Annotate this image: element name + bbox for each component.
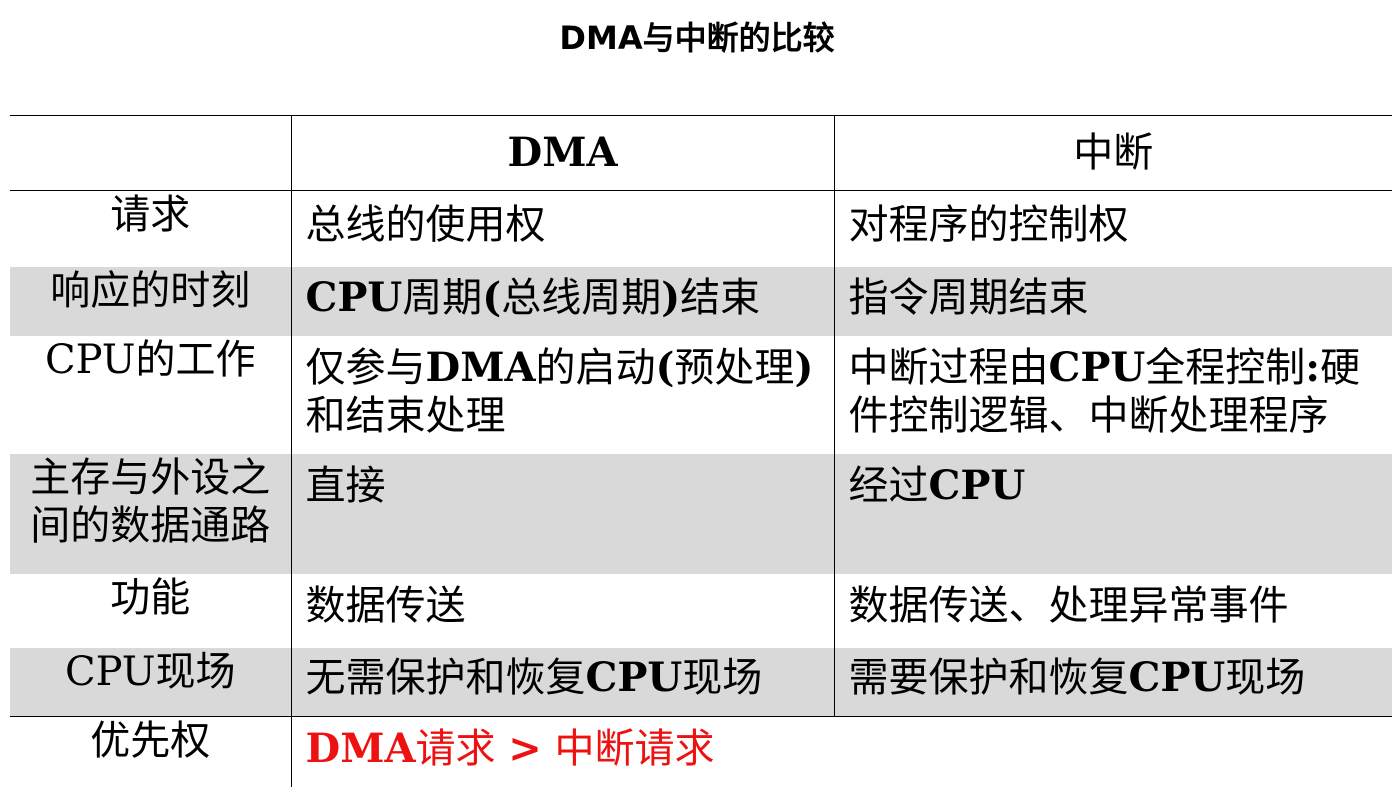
header-row: DMA 中断 — [10, 116, 1392, 191]
interrupt-cell: 需要保护和恢复CPU现场 — [834, 648, 1392, 717]
priority-cell: DMA请求 > 中断请求 — [291, 717, 1392, 787]
dma-cell: 无需保护和恢复CPU现场 — [291, 648, 834, 717]
table-row: CPU现场 无需保护和恢复CPU现场 需要保护和恢复CPU现场 — [10, 648, 1392, 717]
interrupt-cell: 中断过程由CPU全程控制:硬件控制逻辑、中断处理程序 — [834, 336, 1392, 454]
dma-cell: CPU周期(总线周期)结束 — [291, 267, 834, 336]
header-dma: DMA — [291, 116, 834, 191]
row-label: CPU的工作 — [10, 336, 291, 454]
interrupt-cell: 数据传送、处理异常事件 — [834, 574, 1392, 648]
row-label: 响应的时刻 — [10, 267, 291, 336]
dma-cell: 总线的使用权 — [291, 191, 834, 268]
interrupt-cell: 经过CPU — [834, 454, 1392, 574]
table-row: CPU的工作 仅参与DMA的启动(预处理)和结束处理 中断过程由CPU全程控制:… — [10, 336, 1392, 454]
table-row: 优先权 DMA请求 > 中断请求 — [10, 717, 1392, 787]
table-row: 功能 数据传送 数据传送、处理异常事件 — [10, 574, 1392, 648]
row-label: 优先权 — [10, 717, 291, 787]
dma-cell: 直接 — [291, 454, 834, 574]
dma-cell: 数据传送 — [291, 574, 834, 648]
row-label: CPU现场 — [10, 648, 291, 717]
interrupt-cell: 指令周期结束 — [834, 267, 1392, 336]
row-label: 请求 — [10, 191, 291, 268]
row-label: 主存与外设之间的数据通路 — [10, 454, 291, 574]
page-title: DMA与中断的比较 — [0, 18, 1394, 58]
row-label: 功能 — [10, 574, 291, 648]
header-interrupt: 中断 — [834, 116, 1392, 191]
table-row: 主存与外设之间的数据通路 直接 经过CPU — [10, 454, 1392, 574]
table-row: 响应的时刻 CPU周期(总线周期)结束 指令周期结束 — [10, 267, 1392, 336]
header-empty — [10, 116, 291, 191]
dma-cell: 仅参与DMA的启动(预处理)和结束处理 — [291, 336, 834, 454]
comparison-table: DMA 中断 请求 总线的使用权 对程序的控制权 响应的时刻 CPU周期(总线周… — [10, 115, 1392, 787]
table-row: 请求 总线的使用权 对程序的控制权 — [10, 191, 1392, 268]
interrupt-cell: 对程序的控制权 — [834, 191, 1392, 268]
